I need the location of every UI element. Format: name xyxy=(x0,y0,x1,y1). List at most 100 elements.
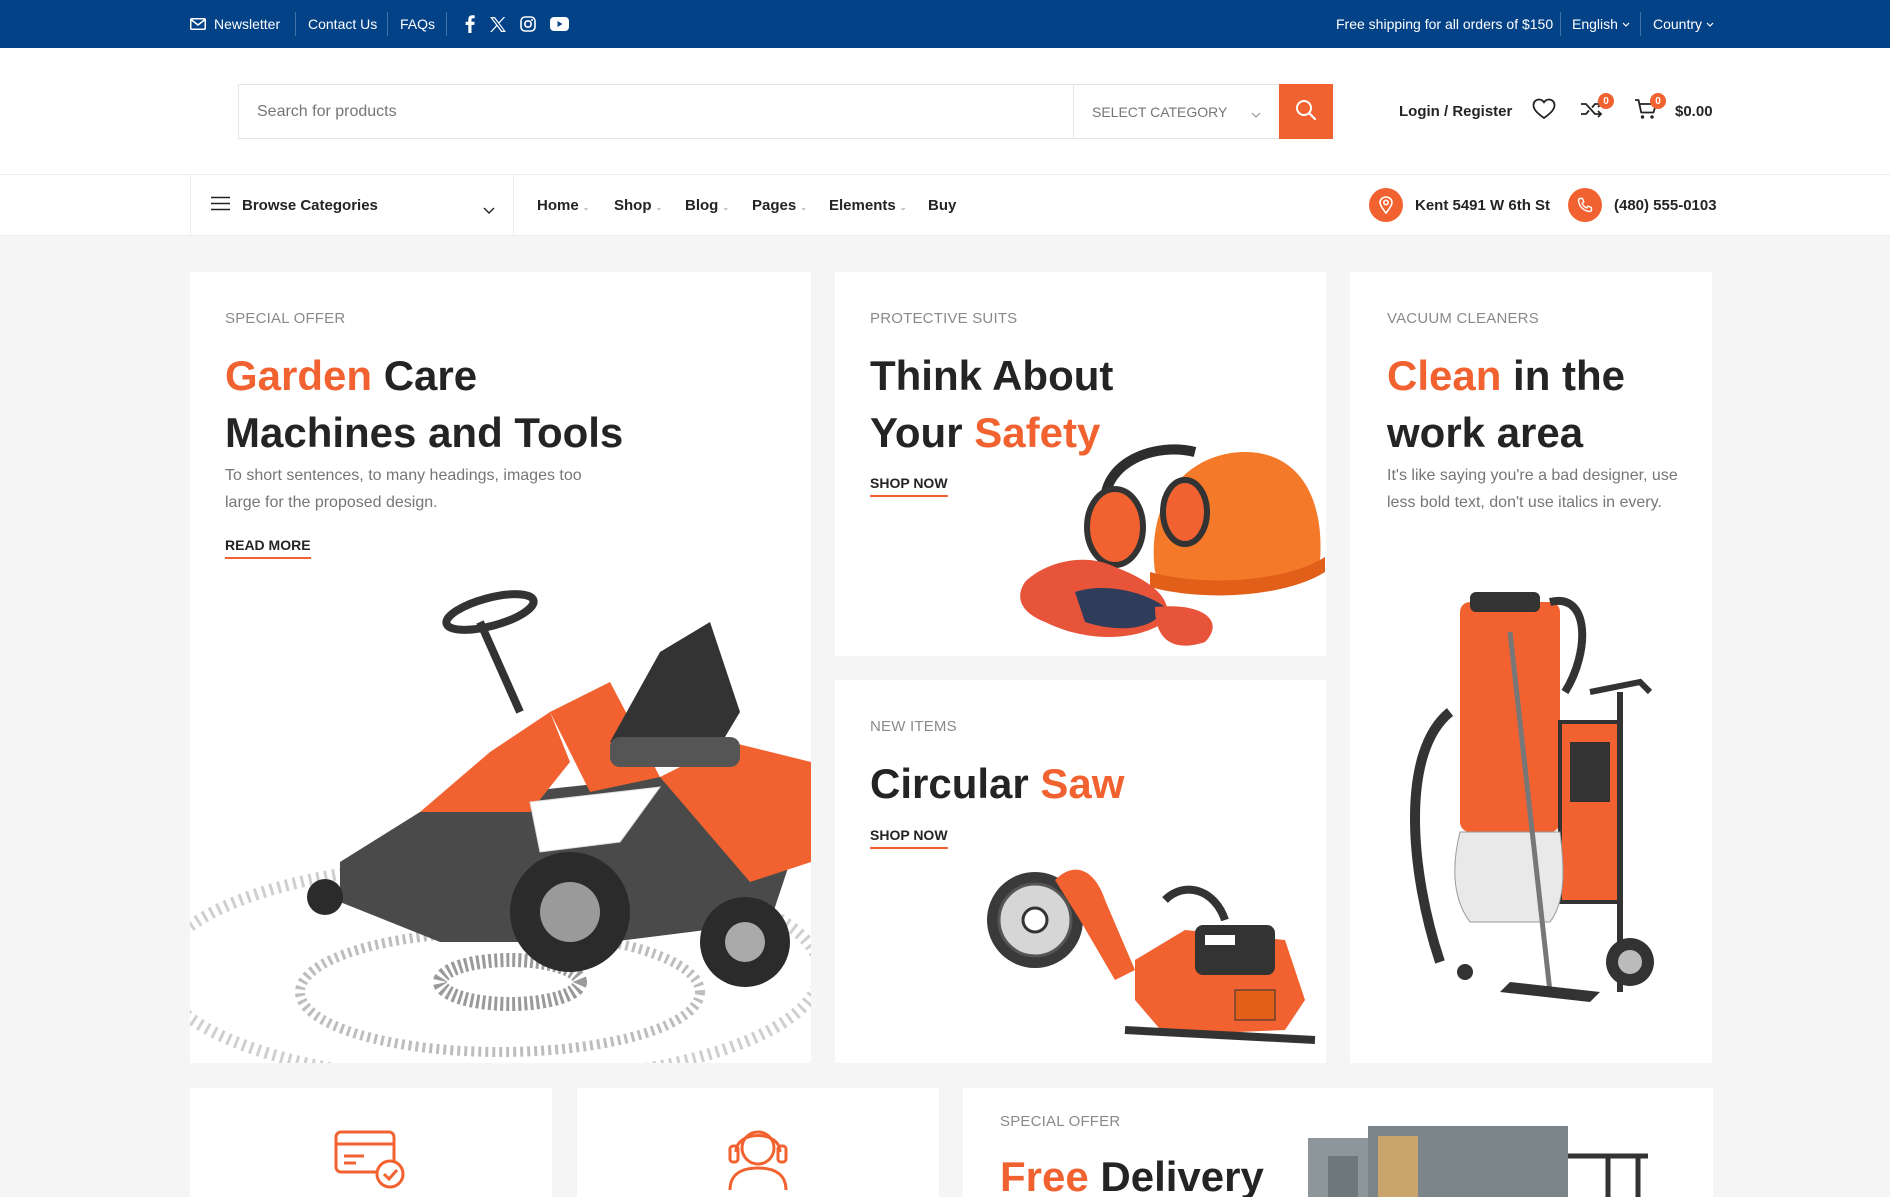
delivery-truck-image xyxy=(1308,1126,1648,1197)
address-text: Kent 5491 W 6th St xyxy=(1415,196,1551,214)
divider xyxy=(295,12,296,36)
contact-us-label: Contact Us xyxy=(308,16,378,32)
location-pin-icon xyxy=(1369,188,1403,222)
facebook-icon[interactable] xyxy=(465,0,475,48)
nav-item-shop[interactable]: Shop ⌄ xyxy=(614,175,662,235)
safety-helmet-image xyxy=(1020,444,1325,646)
promo-card-safety[interactable]: PROTECTIVE SUITS Think About Your Safety… xyxy=(835,272,1326,656)
category-select[interactable]: SELECT CATEGORY xyxy=(1073,85,1279,138)
faqs-link[interactable]: FAQs xyxy=(400,0,435,48)
card-eyebrow: PROTECTIVE SUITS xyxy=(870,310,1018,327)
shop-now-link[interactable]: SHOP NOW xyxy=(870,475,948,497)
feature-card-payment[interactable] xyxy=(190,1088,552,1197)
chevron-down-icon: ⌄ xyxy=(899,202,907,212)
newsletter-link[interactable]: Newsletter xyxy=(190,0,280,48)
chevron-down-icon xyxy=(483,201,495,218)
faqs-label: FAQs xyxy=(400,16,436,32)
nav-label: Pages xyxy=(752,196,797,214)
card-title: Free Delivery xyxy=(1000,1148,1264,1197)
cart-count-badge: 0 xyxy=(1650,93,1666,109)
promo-card-delivery[interactable]: SPECIAL OFFER Free Delivery xyxy=(963,1088,1713,1197)
divider xyxy=(387,12,388,36)
nav-item-buy[interactable]: Buy xyxy=(928,175,956,235)
feature-card-support[interactable] xyxy=(577,1088,939,1197)
browse-categories-label: Browse Categories xyxy=(242,196,378,214)
login-register-link[interactable]: Login / Register xyxy=(1399,48,1512,174)
chevron-down-icon xyxy=(1706,22,1714,27)
shipping-notice: Free shipping for all orders of $150 xyxy=(1336,0,1553,48)
phone-text: (480) 555-0103 xyxy=(1614,196,1717,214)
newsletter-label: Newsletter xyxy=(214,16,281,32)
cart-button[interactable]: 0 $0.00 xyxy=(1634,48,1713,174)
nav-item-home[interactable]: Home ⌄ xyxy=(537,175,589,235)
cart-total: $0.00 xyxy=(1675,102,1713,120)
desc-line: less bold text, don't use italics in eve… xyxy=(1387,494,1662,511)
desc-line: To short sentences, to many headings, im… xyxy=(225,467,582,484)
main-header: SELECT CATEGORY Login / Register 0 0 $0.… xyxy=(0,48,1890,174)
credit-card-icon xyxy=(334,1130,405,1189)
title-highlight: Garden xyxy=(225,352,373,399)
chevron-down-icon: ⌄ xyxy=(655,202,663,212)
card-eyebrow: SPECIAL OFFER xyxy=(225,310,346,327)
title-text: Machines and Tools xyxy=(225,409,624,456)
title-text: Your xyxy=(870,409,963,456)
chevron-down-icon: ⌄ xyxy=(582,202,590,212)
divider xyxy=(446,12,447,36)
card-eyebrow: VACUUM CLEANERS xyxy=(1387,310,1539,327)
compare-count-badge: 0 xyxy=(1598,93,1614,109)
x-twitter-icon[interactable] xyxy=(489,0,507,48)
phone-icon xyxy=(1568,188,1602,222)
nav-item-elements[interactable]: Elements ⌄ xyxy=(829,175,906,235)
divider xyxy=(1560,12,1561,36)
chevron-down-icon xyxy=(1622,22,1630,27)
vacuum-cleaner-image xyxy=(1410,592,1654,1002)
country-label: Country xyxy=(1653,16,1703,32)
chevron-down-icon: ⌄ xyxy=(722,202,730,212)
card-title: Garden Care Machines and Tools xyxy=(225,347,623,461)
nav-item-pages[interactable]: Pages ⌄ xyxy=(752,175,807,235)
wishlist-button[interactable] xyxy=(1532,48,1556,174)
language-label: English xyxy=(1572,16,1618,32)
promo-card-garden[interactable]: SPECIAL OFFER Garden Care Machines and T… xyxy=(190,272,811,1063)
search-button[interactable] xyxy=(1279,84,1333,139)
chevron-down-icon xyxy=(1251,105,1261,121)
nav-label: Shop xyxy=(614,196,652,214)
card-title: Clean in the work area xyxy=(1387,347,1625,461)
store-phone[interactable]: (480) 555-0103 xyxy=(1568,175,1717,235)
top-bar: Newsletter Contact Us FAQs Free shipping… xyxy=(0,0,1890,48)
promo-card-vacuum[interactable]: VACUUM CLEANERS Clean in the work area I… xyxy=(1350,272,1712,1063)
divider xyxy=(1640,12,1641,36)
chevron-down-icon: ⌄ xyxy=(800,202,807,212)
promo-card-saw[interactable]: NEW ITEMS Circular Saw SHOP NOW xyxy=(835,680,1326,1063)
instagram-icon[interactable] xyxy=(520,0,536,48)
search-input[interactable] xyxy=(239,85,1072,138)
title-text: Delivery xyxy=(1100,1153,1264,1197)
card-description: To short sentences, to many headings, im… xyxy=(225,462,582,516)
circular-saw-image xyxy=(987,869,1316,1044)
hamburger-icon xyxy=(211,196,230,215)
store-address[interactable]: Kent 5491 W 6th St xyxy=(1369,175,1550,235)
shipping-text: Free shipping for all orders of $150 xyxy=(1336,16,1554,32)
language-selector[interactable]: English xyxy=(1572,0,1630,48)
card-title: Circular Saw xyxy=(870,755,1124,812)
title-highlight: Free xyxy=(1000,1153,1089,1197)
search-icon xyxy=(1295,99,1317,124)
card-eyebrow: NEW ITEMS xyxy=(870,718,957,735)
shop-now-link[interactable]: SHOP NOW xyxy=(870,827,948,849)
desc-line: It's like saying you're a bad designer, … xyxy=(1387,467,1678,484)
search-form: SELECT CATEGORY xyxy=(238,84,1333,139)
title-text: Think About xyxy=(870,352,1114,399)
browse-categories-button[interactable]: Browse Categories xyxy=(190,175,514,235)
compare-button[interactable]: 0 xyxy=(1580,48,1614,174)
nav-label: Home xyxy=(537,196,579,214)
title-text: Care xyxy=(383,352,478,399)
card-description: It's like saying you're a bad designer, … xyxy=(1387,462,1678,516)
contact-us-link[interactable]: Contact Us xyxy=(308,0,377,48)
category-select-label: SELECT CATEGORY xyxy=(1092,103,1228,120)
title-highlight: Clean xyxy=(1387,352,1502,399)
title-text: in the xyxy=(1513,352,1626,399)
read-more-link[interactable]: READ MORE xyxy=(225,537,311,559)
nav-item-blog[interactable]: Blog ⌄ xyxy=(685,175,729,235)
country-selector[interactable]: Country xyxy=(1653,0,1714,48)
youtube-icon[interactable] xyxy=(550,0,569,48)
